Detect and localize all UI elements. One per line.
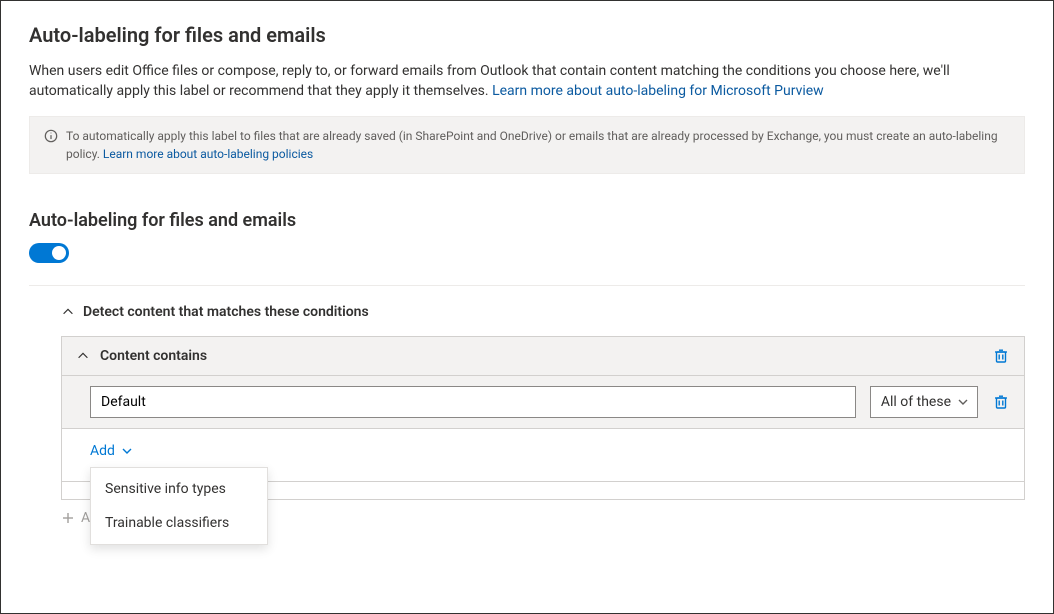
panel-header[interactable]: Content contains [62,337,1024,376]
content-contains-panel: Content contains All of these [61,336,1025,500]
chevron-down-icon [957,396,969,408]
info-banner: To automatically apply this label to fil… [29,116,1025,174]
add-label: Add [90,443,115,459]
add-classifier-button[interactable]: Add [90,443,133,459]
plus-icon [61,511,75,525]
section-title: Auto-labeling for files and emails [29,210,1025,231]
conditions-header-text: Detect content that matches these condit… [83,304,369,320]
group-row: All of these [62,376,1024,429]
group-name-input[interactable] [90,386,856,418]
chevron-up-icon [61,305,75,319]
chevron-up-icon [76,349,90,363]
panel-body: Add Sensitive info types Trainable class… [62,429,1024,481]
page-title: Auto-labeling for files and emails [29,23,1025,47]
match-mode-dropdown[interactable]: All of these [870,386,978,418]
delete-panel-button[interactable] [992,347,1010,365]
info-icon [44,129,58,143]
auto-labeling-toggle[interactable] [29,243,69,263]
learn-more-purview-link[interactable]: Learn more about auto-labeling for Micro… [492,83,824,99]
conditions-expander[interactable]: Detect content that matches these condit… [61,304,1025,320]
chevron-down-icon [121,445,133,457]
delete-group-button[interactable] [992,393,1010,411]
menu-item-trainable-classifiers[interactable]: Trainable classifiers [91,506,267,540]
learn-more-policies-link[interactable]: Learn more about auto-labeling policies [103,147,313,161]
panel-title: Content contains [100,348,982,364]
menu-item-sensitive-info-types[interactable]: Sensitive info types [91,472,267,506]
match-mode-label: All of these [881,394,951,410]
intro-paragraph: When users edit Office files or compose,… [29,61,1025,102]
add-menu: Sensitive info types Trainable classifie… [90,467,268,545]
